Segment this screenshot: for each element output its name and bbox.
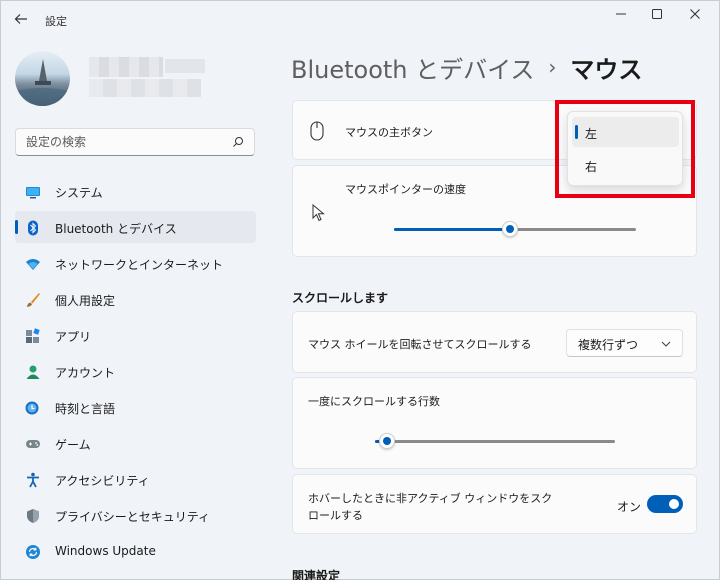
scroll-lines-card: 一度にスクロールする行数 xyxy=(292,377,697,469)
pointer-speed-fill xyxy=(394,228,510,231)
sidebar-nav: システム Bluetooth とデバイス ネットワークとインターネット 個人用設… xyxy=(15,175,256,571)
pointer-icon xyxy=(312,204,325,222)
sidebar-item-time-language[interactable]: 時刻と言語 xyxy=(15,391,256,423)
close-button[interactable] xyxy=(677,3,713,25)
sidebar-item-accessibility[interactable]: アクセシビリティ xyxy=(15,463,256,495)
user-profile[interactable] xyxy=(15,51,255,107)
app-title: 設定 xyxy=(45,15,67,28)
search-input[interactable] xyxy=(26,134,226,150)
shield-icon xyxy=(27,509,39,523)
bluetooth-icon xyxy=(28,220,38,236)
sidebar-item-network[interactable]: ネットワークとインターネット xyxy=(15,247,256,279)
pointer-speed-label: マウスポインターの速度 xyxy=(345,183,466,196)
page-title: マウス xyxy=(570,55,643,84)
close-icon xyxy=(690,9,700,19)
network-icon xyxy=(26,259,40,270)
mouse-icon xyxy=(310,121,324,141)
breadcrumb: Bluetooth とデバイス › マウス xyxy=(291,50,643,85)
minimize-button[interactable] xyxy=(603,3,639,25)
accessibility-icon xyxy=(27,472,39,488)
breadcrumb-separator: › xyxy=(548,55,557,79)
sidebar-item-bluetooth[interactable]: Bluetooth とデバイス xyxy=(15,211,256,243)
back-button[interactable] xyxy=(11,9,31,29)
inactive-scroll-toggle[interactable] xyxy=(647,495,683,513)
wheel-scroll-value: 複数行ずつ xyxy=(578,338,639,352)
inactive-scroll-label-line2: ロールする xyxy=(308,509,363,522)
time-language-icon xyxy=(25,401,39,415)
system-icon xyxy=(26,187,40,199)
toggle-knob xyxy=(669,499,679,509)
sidebar-item-personalization[interactable]: 個人用設定 xyxy=(15,283,256,315)
title-bar: 設定 xyxy=(1,1,720,35)
chevron-down-icon xyxy=(661,341,671,347)
toggle-state-label: オン xyxy=(617,500,642,514)
brush-icon xyxy=(26,293,40,307)
wheel-scroll-label: マウス ホイールを回転させてスクロールする xyxy=(308,338,532,351)
settings-search[interactable] xyxy=(15,128,255,156)
windows-update-icon xyxy=(26,545,40,559)
scroll-lines-label: 一度にスクロールする行数 xyxy=(308,395,440,408)
back-arrow-icon xyxy=(14,14,27,24)
account-icon xyxy=(26,365,40,379)
sidebar-item-apps[interactable]: アプリ xyxy=(15,319,256,351)
maximize-button[interactable] xyxy=(639,3,675,25)
blurred-email xyxy=(89,79,201,97)
apps-icon xyxy=(26,328,40,343)
gamepad-icon xyxy=(26,440,40,448)
sidebar-item-accounts[interactable]: アカウント xyxy=(15,355,256,387)
blurred-username xyxy=(89,57,163,77)
primary-button-label: マウスの主ボタン xyxy=(345,126,433,139)
sidebar-item-gaming[interactable]: ゲーム xyxy=(15,427,256,459)
settings-window: 設定 システム xyxy=(0,0,720,580)
highlight-frame xyxy=(555,100,695,198)
pointer-speed-slider[interactable] xyxy=(394,221,636,237)
scroll-section-title: スクロールします xyxy=(292,291,389,305)
sidebar-item-system[interactable]: システム xyxy=(15,175,256,207)
breadcrumb-parent-link[interactable]: Bluetooth とデバイス xyxy=(291,50,534,85)
sidebar-item-windows-update[interactable]: Windows Update xyxy=(15,535,256,567)
pointer-speed-thumb[interactable] xyxy=(502,221,518,237)
search-icon xyxy=(233,137,243,147)
scroll-lines-thumb[interactable] xyxy=(379,433,395,449)
sidebar-item-privacy[interactable]: プライバシーとセキュリティ xyxy=(15,499,256,531)
avatar xyxy=(15,51,70,106)
scroll-lines-slider[interactable] xyxy=(375,433,615,449)
minimize-icon xyxy=(616,13,626,15)
wheel-scroll-select[interactable]: 複数行ずつ xyxy=(566,329,683,357)
inactive-scroll-label-line1: ホバーしたときに非アクティブ ウィンドウをスク xyxy=(308,492,553,505)
maximize-icon xyxy=(652,9,662,19)
related-settings-title: 関連設定 xyxy=(292,569,341,580)
